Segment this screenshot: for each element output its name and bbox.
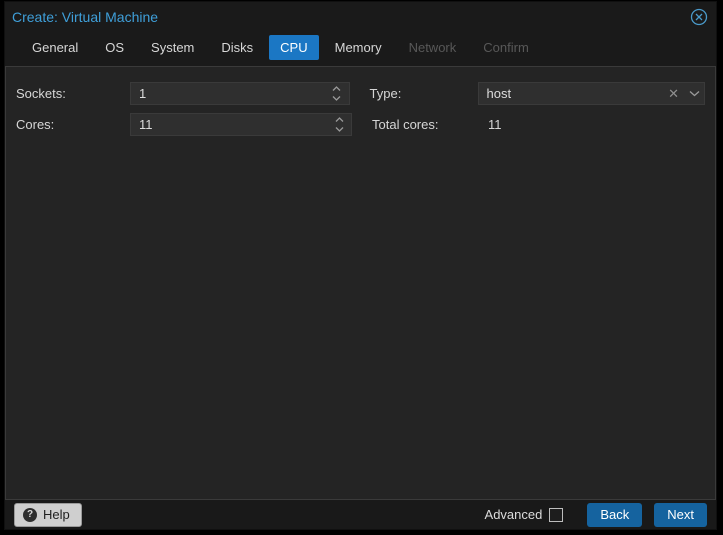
tab-os[interactable]: OS <box>94 35 135 60</box>
tab-disks[interactable]: Disks <box>210 35 264 60</box>
tab-network: Network <box>398 35 468 60</box>
sockets-spin-buttons <box>330 83 344 104</box>
sockets-input[interactable] <box>131 86 349 101</box>
close-icon[interactable] <box>690 8 708 26</box>
type-label: Type: <box>370 86 478 101</box>
advanced-label: Advanced <box>485 507 543 522</box>
sockets-label: Sockets: <box>16 86 130 101</box>
cores-label: Cores: <box>16 117 130 132</box>
dialog-footer: ? Help Advanced Back Next <box>5 499 716 529</box>
dialog-titlebar: Create: Virtual Machine <box>5 2 716 32</box>
total-cores-value: 11 <box>480 117 502 132</box>
wizard-tabbar: General OS System Disks CPU Memory Netwo… <box>5 32 716 66</box>
clear-icon[interactable]: ✕ <box>668 87 679 100</box>
footer-actions: Advanced Back Next <box>485 503 707 527</box>
total-cores-label: Total cores: <box>372 117 480 132</box>
help-button[interactable]: ? Help <box>14 503 82 527</box>
advanced-checkbox[interactable] <box>549 508 563 522</box>
sockets-spinner[interactable] <box>130 82 350 105</box>
cores-spin-buttons <box>332 114 346 135</box>
form-row-2: Cores: Total cores: 11 <box>16 113 705 136</box>
question-circle-icon: ? <box>23 508 37 522</box>
tab-general[interactable]: General <box>21 35 89 60</box>
tab-confirm: Confirm <box>472 35 540 60</box>
spinner-down-icon[interactable] <box>330 94 344 103</box>
dialog-title: Create: Virtual Machine <box>12 9 158 25</box>
help-button-label: Help <box>43 507 70 522</box>
spinner-down-icon[interactable] <box>332 125 346 134</box>
back-button[interactable]: Back <box>587 503 642 527</box>
next-button[interactable]: Next <box>654 503 707 527</box>
form-row-1: Sockets: Type: ✕ <box>16 82 705 105</box>
chevron-down-icon[interactable] <box>689 90 700 97</box>
create-vm-dialog: Create: Virtual Machine General OS Syste… <box>4 1 717 530</box>
cpu-form-panel: Sockets: Type: ✕ <box>5 66 716 499</box>
type-combo-tools: ✕ <box>668 83 700 104</box>
tab-cpu[interactable]: CPU <box>269 35 318 60</box>
cores-input[interactable] <box>131 117 351 132</box>
tab-memory[interactable]: Memory <box>324 35 393 60</box>
cores-spinner[interactable] <box>130 113 352 136</box>
tab-system[interactable]: System <box>140 35 205 60</box>
spinner-up-icon[interactable] <box>332 116 346 125</box>
type-combobox[interactable]: ✕ <box>478 82 705 105</box>
spinner-up-icon[interactable] <box>330 85 344 94</box>
